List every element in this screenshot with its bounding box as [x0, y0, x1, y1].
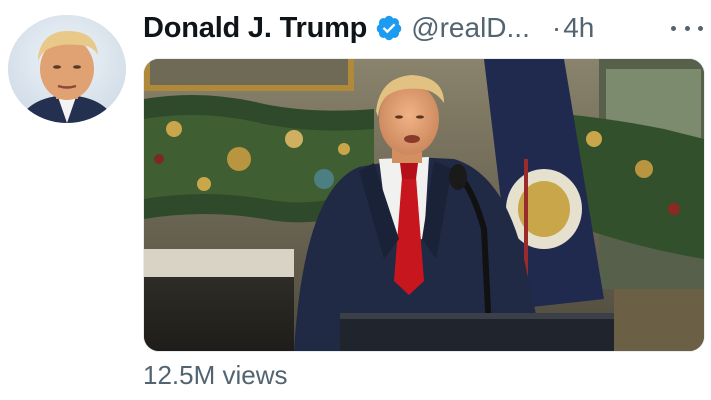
profile-avatar[interactable]: [8, 15, 126, 123]
more-options-icon[interactable]: [671, 14, 703, 42]
verified-badge-icon: [375, 14, 403, 42]
tweet-header: Donald J. Trump @realD... · 4h: [143, 6, 594, 50]
display-name[interactable]: Donald J. Trump: [143, 12, 367, 45]
more-dot: [698, 25, 703, 31]
separator-dot: ·: [551, 12, 562, 43]
tweet: Donald J. Trump @realD... · 4h 12.5M vie…: [0, 0, 711, 400]
tweet-timestamp[interactable]: 4h: [563, 12, 594, 44]
video-frame: [144, 59, 704, 351]
video-player[interactable]: [143, 58, 705, 352]
more-dot: [684, 25, 690, 31]
user-handle[interactable]: @realD...: [411, 12, 530, 44]
more-dot: [671, 25, 676, 31]
view-count[interactable]: 12.5M views: [143, 360, 288, 391]
